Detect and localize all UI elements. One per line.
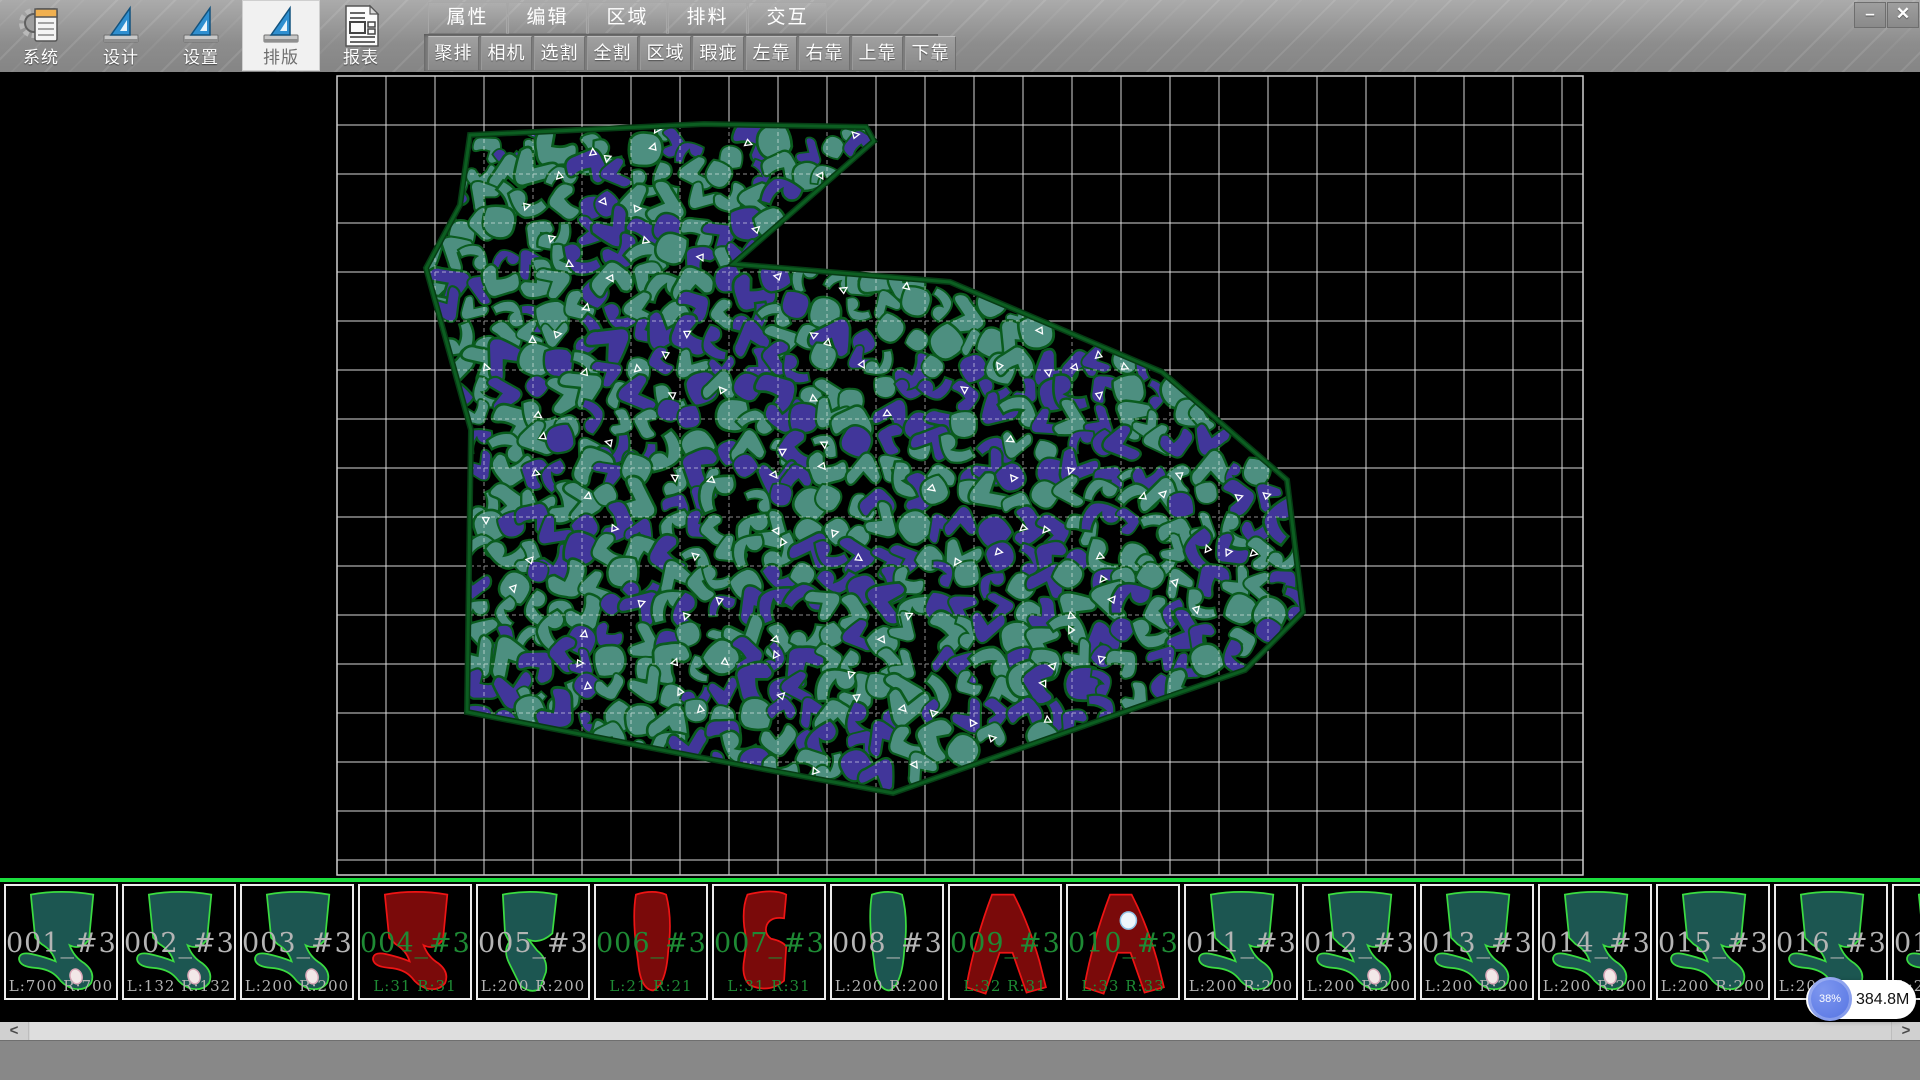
nav-button-system[interactable]: 系统: [2, 0, 80, 71]
thumbnail-cell-006_#37[interactable]: 006_#37L:21 R:21: [594, 884, 708, 1000]
thumbnail-cell-013_#37[interactable]: 013_#37L:200 R:200: [1420, 884, 1534, 1000]
tab-region[interactable]: 区域: [588, 2, 667, 34]
strip-top-line: [0, 878, 1920, 882]
thumbnail-cell-015_#37[interactable]: 015_#37L:200 R:200: [1656, 884, 1770, 1000]
thumbnail-cell-012_#37[interactable]: 012_#37L:200 R:200: [1302, 884, 1416, 1000]
tool-button-row: 聚排 相机 选割 全割 区域 瑕疵 左靠 右靠 上靠 下靠: [428, 36, 958, 70]
thumbnail-cell-014_#37[interactable]: 014_#37L:200 R:200: [1538, 884, 1652, 1000]
piece-shape-icon: [242, 886, 352, 998]
nav-button-layout[interactable]: 排版: [242, 0, 320, 71]
thumbnail-cell-011_#37[interactable]: 011_#37L:200 R:200: [1184, 884, 1298, 1000]
scroll-left-arrow-icon[interactable]: <: [0, 1022, 29, 1040]
piece-shape-icon: [360, 886, 470, 998]
toolbar: 系统 设计 设置: [0, 0, 1920, 73]
nav-report-label: 报表: [322, 43, 400, 68]
thumbnail-cell-003_#37[interactable]: 003_#37L:200 R:200: [240, 884, 354, 1000]
tool-select-cut[interactable]: 选割: [534, 36, 585, 70]
thumbnail-cell-001_#37[interactable]: 001_#37L:700 R:700: [4, 884, 118, 1000]
tab-nesting[interactable]: 排料: [668, 2, 747, 34]
thumbnail-cell-004_#37[interactable]: 004_#37L:31 R:31: [358, 884, 472, 1000]
tab-properties[interactable]: 属性: [428, 2, 507, 34]
tool-align-top[interactable]: 上靠: [852, 36, 903, 70]
piece-shape-icon: [1186, 886, 1296, 998]
nav-design-label: 设计: [82, 43, 160, 68]
thumbnail-cell-007_#37[interactable]: 007_#37L:31 R:31: [712, 884, 826, 1000]
memory-badge[interactable]: 38% 384.8M: [1806, 980, 1916, 1019]
nest-drawing: [0, 72, 1920, 878]
memory-percent-badge: 38%: [1808, 977, 1852, 1021]
thumbnail-cell-005_#37[interactable]: 005_#37L:200 R:200: [476, 884, 590, 1000]
nav-button-settings[interactable]: 设置: [162, 0, 240, 71]
scrollbar-thumb[interactable]: [30, 1022, 1550, 1040]
tool-cluster-nest[interactable]: 聚排: [428, 36, 479, 70]
thumbnail-cell-009_#37[interactable]: 009_#37L:32 R:31: [948, 884, 1062, 1000]
piece-shape-icon: [714, 886, 824, 998]
piece-shape-icon: [832, 886, 942, 998]
nav-button-design[interactable]: 设计: [82, 0, 160, 71]
piece-shape-icon: [950, 886, 1060, 998]
menu-tab-bar: 属性 编辑 区域 排料 交互: [428, 2, 828, 33]
nav-layout-label: 排版: [242, 43, 320, 68]
memory-size-label: 384.8M: [1856, 980, 1909, 1019]
piece-shape-icon: [6, 886, 116, 998]
thumbnail-strip: 001_#37L:700 R:700002_#37L:132 R:132003_…: [0, 884, 1920, 1004]
nav-button-report[interactable]: 报表: [322, 0, 400, 71]
piece-shape-icon: [596, 886, 706, 998]
piece-shape-icon: [124, 886, 234, 998]
piece-shape-icon: [478, 886, 588, 998]
tool-defect[interactable]: 瑕疵: [693, 36, 744, 70]
tool-align-right[interactable]: 右靠: [799, 36, 850, 70]
piece-shape-icon: [1304, 886, 1414, 998]
piece-shape-icon: [1422, 886, 1532, 998]
thumbnail-cell-002_#37[interactable]: 002_#37L:132 R:132: [122, 884, 236, 1000]
tool-align-bottom[interactable]: 下靠: [905, 36, 956, 70]
piece-shape-icon: [1540, 886, 1650, 998]
minimize-button[interactable]: –: [1854, 2, 1886, 28]
tool-region[interactable]: 区域: [640, 36, 691, 70]
thumbnail-cell-008_#37[interactable]: 008_#37L:200 R:200: [830, 884, 944, 1000]
tool-camera[interactable]: 相机: [481, 36, 532, 70]
piece-shape-icon: [1068, 886, 1178, 998]
thumbnail-cell-010_#37[interactable]: 010_#37L:33 R:33: [1066, 884, 1180, 1000]
nav-settings-label: 设置: [162, 43, 240, 68]
scroll-right-arrow-icon[interactable]: >: [1891, 1022, 1920, 1040]
nav-system-label: 系统: [2, 43, 80, 68]
bottom-bar: [0, 1040, 1920, 1080]
nesting-canvas[interactable]: [0, 72, 1920, 878]
app-window: 系统 设计 设置: [0, 0, 1920, 1080]
tool-align-left[interactable]: 左靠: [746, 36, 797, 70]
close-button[interactable]: ✕: [1887, 2, 1919, 28]
horizontal-scrollbar[interactable]: < >: [0, 1022, 1920, 1040]
tool-cut-all[interactable]: 全割: [587, 36, 638, 70]
tab-interact[interactable]: 交互: [748, 2, 827, 34]
tab-edit[interactable]: 编辑: [508, 2, 587, 34]
piece-shape-icon: [1658, 886, 1768, 998]
